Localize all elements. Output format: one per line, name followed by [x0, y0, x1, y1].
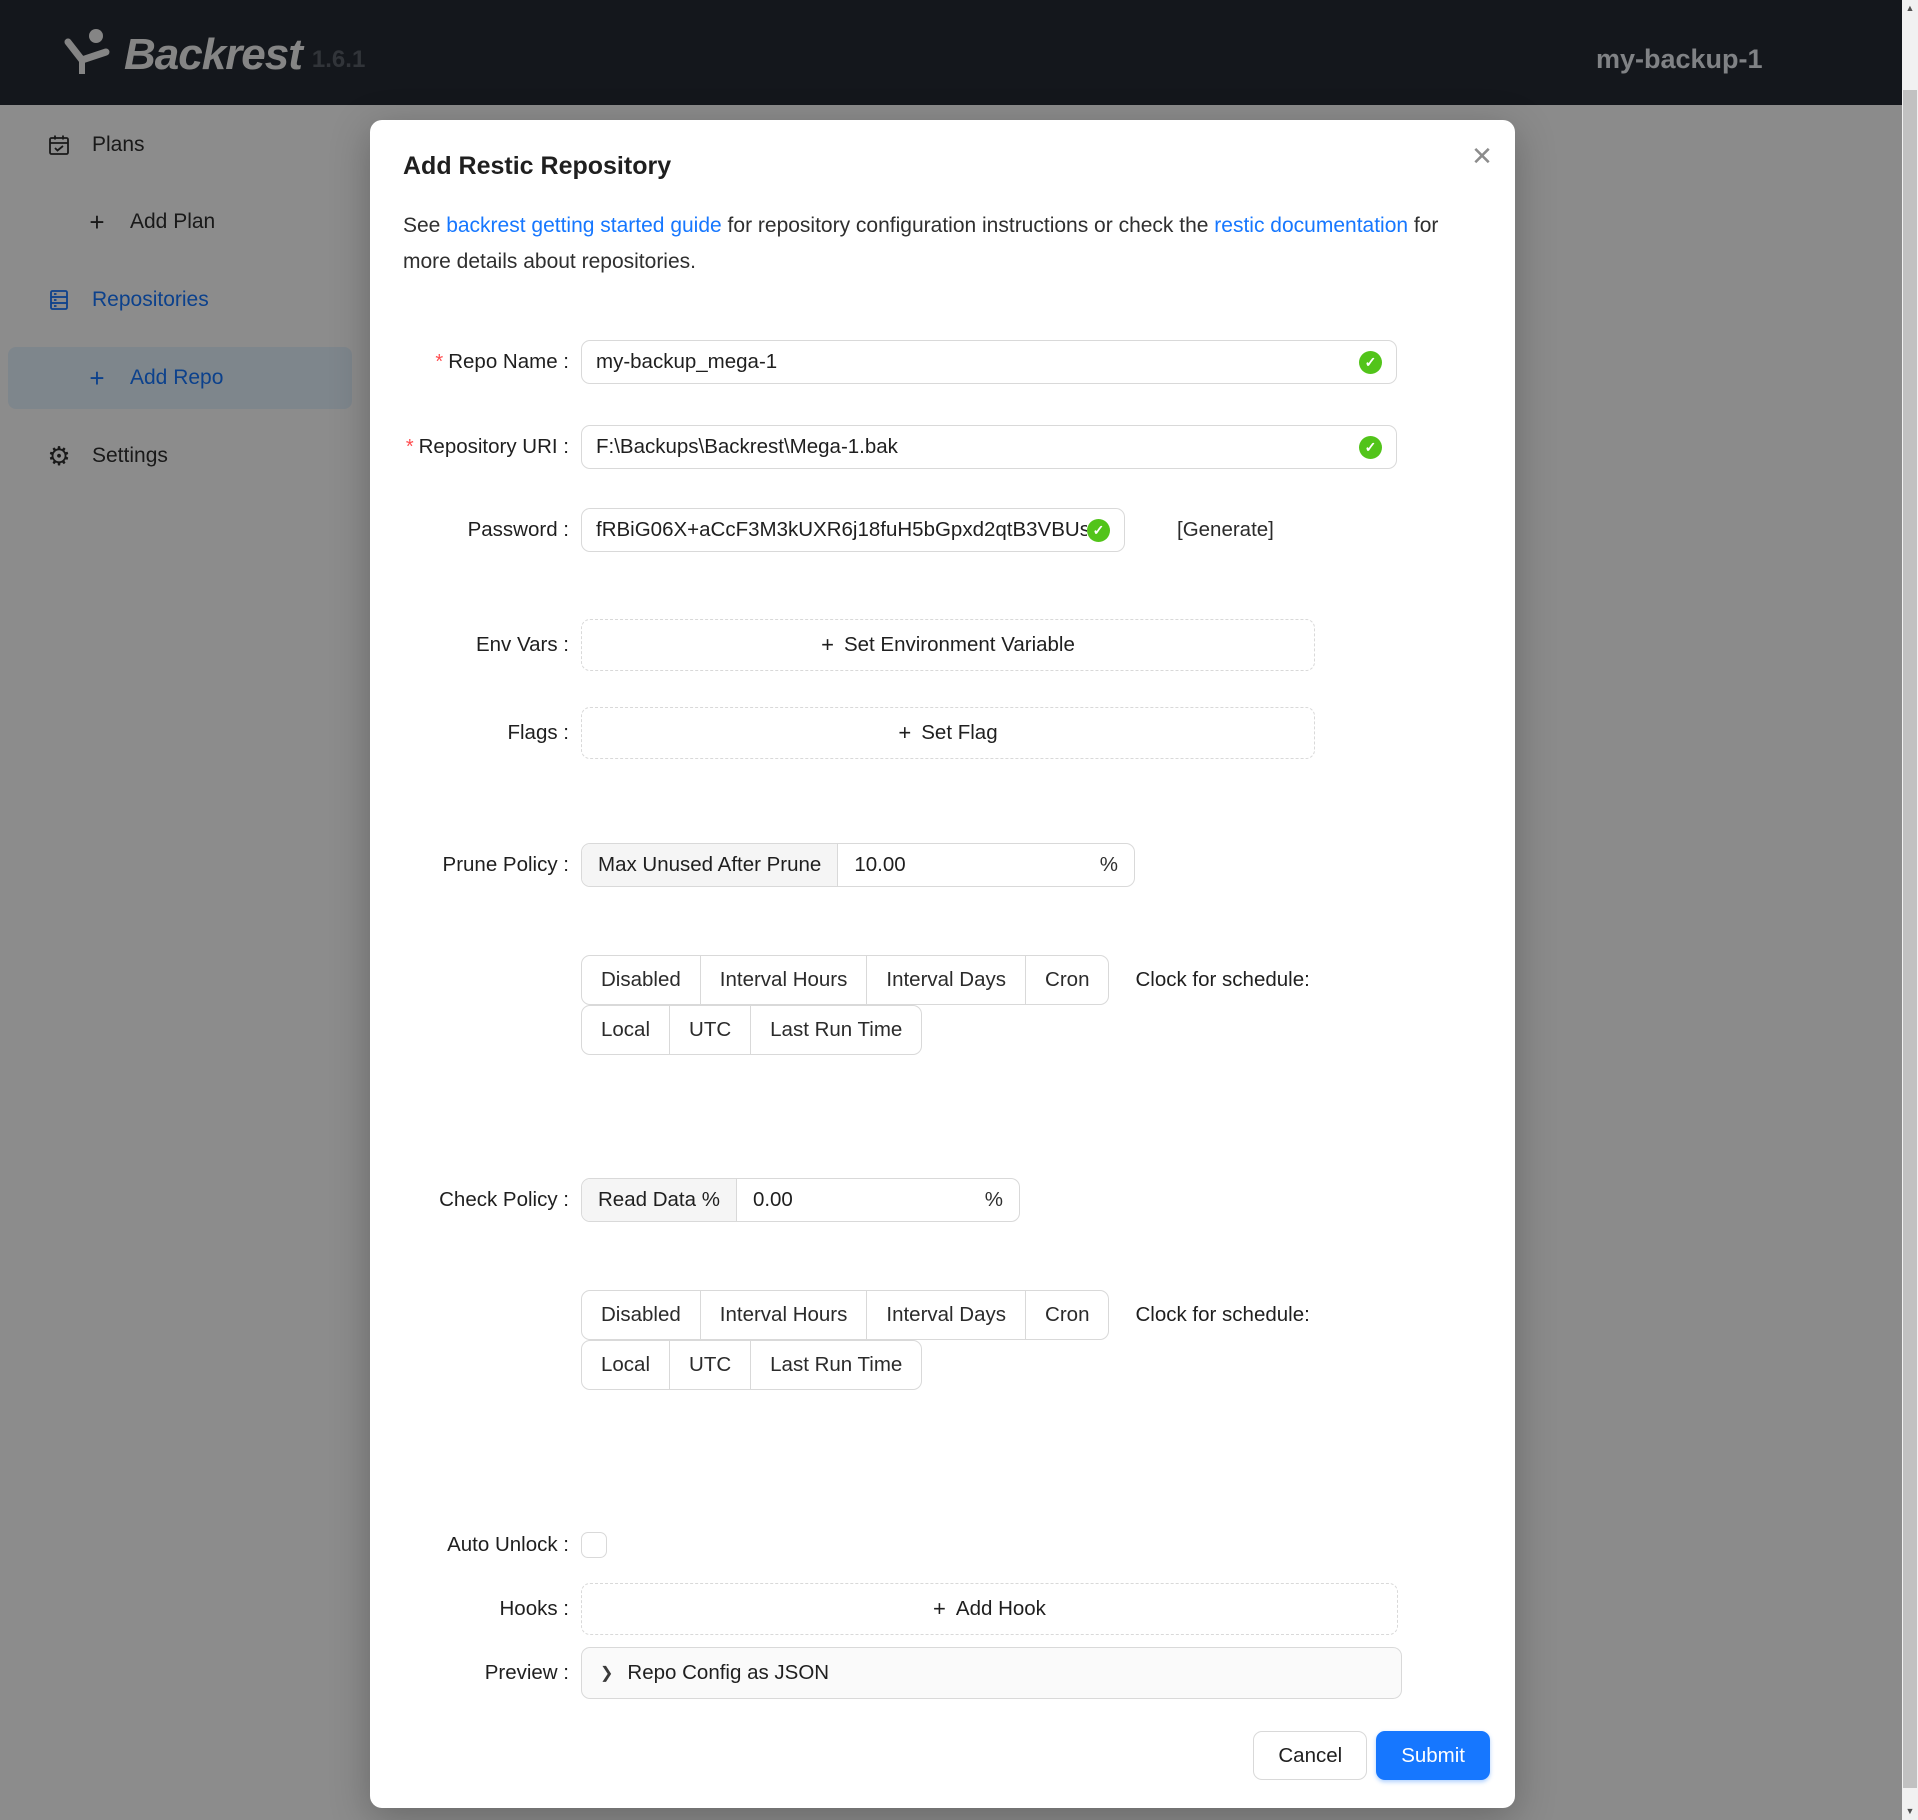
- check-frequency-group: Disabled Interval Hours Interval Days Cr…: [581, 1290, 1110, 1340]
- set-environment-variable-label: Set Environment Variable: [843, 633, 1075, 656]
- check-policy-row: Check Policy : Read Data % 0.00 %: [370, 1178, 1490, 1222]
- auto-unlock-checkbox[interactable]: [581, 1532, 607, 1558]
- radio-disabled[interactable]: Disabled: [581, 1290, 701, 1340]
- prune-schedule-frequency-row: Disabled Interval Hours Interval Days Cr…: [370, 955, 1490, 1005]
- password-value: fRBiG06X+aCcF3M3kUXR6j18fuH5bGpxd2qtB3VB…: [596, 518, 1087, 541]
- repo-uri-row: * Repository URI : F:\Backups\Backrest\Me…: [370, 425, 1490, 469]
- repo-name-row: * Repo Name : my-backup_mega-1 ✓: [370, 340, 1490, 384]
- check-addon-label: Read Data %: [582, 1179, 737, 1221]
- prune-clock-group: Local UTC Last Run Time: [581, 1005, 923, 1055]
- repo-name-label: * Repo Name :: [435, 350, 569, 373]
- check-percent-value: 0.00: [752, 1188, 793, 1211]
- valid-check-icon: ✓: [1359, 350, 1382, 374]
- password-input[interactable]: fRBiG06X+aCcF3M3kUXR6j18fuH5bGpxd2qtB3VB…: [581, 508, 1125, 552]
- check-schedule-frequency-row: Disabled Interval Hours Interval Days Cr…: [370, 1290, 1490, 1340]
- modal-footer: Cancel Submit: [370, 1731, 1490, 1780]
- generate-password-link[interactable]: [Generate]: [1177, 518, 1274, 542]
- check-schedule-clock-row: Local UTC Last Run Time: [370, 1340, 1490, 1390]
- prune-schedule-clock-row: Local UTC Last Run Time: [370, 1005, 1490, 1055]
- prune-percent-value: 10.00: [854, 853, 906, 876]
- check-clock-group: Local UTC Last Run Time: [581, 1340, 923, 1390]
- set-flag-label: Set Flag: [921, 721, 998, 744]
- repo-uri-label: * Repository URI :: [405, 435, 569, 458]
- plus-icon: +: [898, 720, 912, 745]
- check-policy-input-group: Read Data % 0.00 %: [581, 1178, 1020, 1222]
- radio-local[interactable]: Local: [581, 1340, 671, 1390]
- required-asterisk: *: [435, 351, 444, 373]
- flags-row: Flags : + Set Flag: [370, 707, 1490, 759]
- clock-for-schedule-label: Clock for schedule:: [1135, 968, 1310, 991]
- repo-config-json-label: Repo Config as JSON: [627, 1661, 830, 1684]
- page: Backrest 1.6.1 my-backup-1 Plans + Add P…: [0, 0, 1918, 1820]
- repo-uri-value: F:\Backups\Backrest\Mega-1.bak: [596, 435, 898, 458]
- percent-suffix: %: [1099, 853, 1118, 876]
- close-icon[interactable]: ✕: [1462, 136, 1502, 176]
- vertical-scrollbar[interactable]: ▲ ▼: [1902, 0, 1918, 1820]
- set-flag-button[interactable]: + Set Flag: [581, 707, 1315, 759]
- plus-icon: +: [821, 632, 834, 657]
- preview-row: Preview : ❯ Repo Config as JSON: [370, 1647, 1490, 1699]
- radio-interval-days[interactable]: Interval Days: [866, 955, 1027, 1005]
- add-restic-repository-modal: ✕ Add Restic Repository See backrest get…: [370, 120, 1515, 1808]
- repo-name-input[interactable]: my-backup_mega-1 ✓: [581, 340, 1397, 384]
- hooks-label: Hooks :: [499, 1597, 570, 1620]
- password-label: Password :: [467, 518, 569, 541]
- prune-policy-label: Prune Policy :: [442, 853, 569, 876]
- intro-text: See: [403, 214, 447, 237]
- add-hook-button[interactable]: + Add Hook: [581, 1583, 1398, 1635]
- env-vars-label: Env Vars :: [475, 633, 569, 656]
- intro-text: for repository configuration instruction…: [721, 214, 1215, 237]
- radio-utc[interactable]: UTC: [669, 1340, 752, 1390]
- scroll-up-icon[interactable]: ▲: [1902, 0, 1918, 17]
- prune-percent-input[interactable]: 10.00 %: [838, 844, 1134, 886]
- modal-title: Add Restic Repository: [403, 152, 672, 180]
- getting-started-link[interactable]: backrest getting started guide: [446, 214, 722, 237]
- radio-disabled[interactable]: Disabled: [581, 955, 701, 1005]
- preview-label: Preview :: [484, 1661, 569, 1684]
- clock-for-schedule-label: Clock for schedule:: [1135, 1303, 1310, 1326]
- percent-suffix: %: [984, 1188, 1003, 1211]
- check-policy-label: Check Policy :: [439, 1188, 569, 1211]
- prune-policy-input-group: Max Unused After Prune 10.00 %: [581, 843, 1135, 887]
- password-row: Password : fRBiG06X+aCcF3M3kUXR6j18fuH5b…: [370, 508, 1490, 552]
- check-percent-input[interactable]: 0.00 %: [737, 1179, 1019, 1221]
- repo-config-json-collapse[interactable]: ❯ Repo Config as JSON: [581, 1647, 1402, 1699]
- radio-utc[interactable]: UTC: [669, 1005, 752, 1055]
- hooks-row: Hooks : + Add Hook: [370, 1583, 1490, 1635]
- required-asterisk: *: [405, 436, 414, 458]
- radio-cron[interactable]: Cron: [1025, 1290, 1110, 1340]
- prune-policy-row: Prune Policy : Max Unused After Prune 10…: [370, 843, 1490, 887]
- radio-local[interactable]: Local: [581, 1005, 671, 1055]
- submit-button[interactable]: Submit: [1376, 1731, 1490, 1780]
- radio-interval-hours[interactable]: Interval Hours: [699, 955, 868, 1005]
- cancel-button[interactable]: Cancel: [1253, 1731, 1368, 1780]
- prune-addon-label: Max Unused After Prune: [582, 844, 839, 886]
- modal-description: See backrest getting started guide for r…: [403, 208, 1483, 280]
- radio-last-run-time[interactable]: Last Run Time: [750, 1340, 923, 1390]
- auto-unlock-row: Auto Unlock :: [370, 1532, 1490, 1558]
- repo-uri-input[interactable]: F:\Backups\Backrest\Mega-1.bak ✓: [581, 425, 1397, 469]
- add-hook-label: Add Hook: [955, 1597, 1046, 1620]
- chevron-right-icon: ❯: [600, 1665, 614, 1682]
- plus-icon: +: [933, 1596, 946, 1621]
- restic-docs-link[interactable]: restic documentation: [1214, 214, 1408, 237]
- radio-cron[interactable]: Cron: [1025, 955, 1110, 1005]
- radio-last-run-time[interactable]: Last Run Time: [750, 1005, 923, 1055]
- valid-check-icon: ✓: [1359, 435, 1382, 459]
- flags-label: Flags :: [507, 721, 569, 744]
- env-vars-row: Env Vars : + Set Environment Variable: [370, 619, 1490, 671]
- scrollbar-thumb[interactable]: [1903, 90, 1917, 1788]
- radio-interval-days[interactable]: Interval Days: [866, 1290, 1027, 1340]
- auto-unlock-label: Auto Unlock :: [447, 1533, 569, 1556]
- scroll-down-icon[interactable]: ▼: [1902, 1803, 1918, 1820]
- repo-name-value: my-backup_mega-1: [596, 350, 778, 373]
- set-environment-variable-button[interactable]: + Set Environment Variable: [581, 619, 1315, 671]
- radio-interval-hours[interactable]: Interval Hours: [699, 1290, 868, 1340]
- prune-frequency-group: Disabled Interval Hours Interval Days Cr…: [581, 955, 1110, 1005]
- valid-check-icon: ✓: [1087, 518, 1110, 542]
